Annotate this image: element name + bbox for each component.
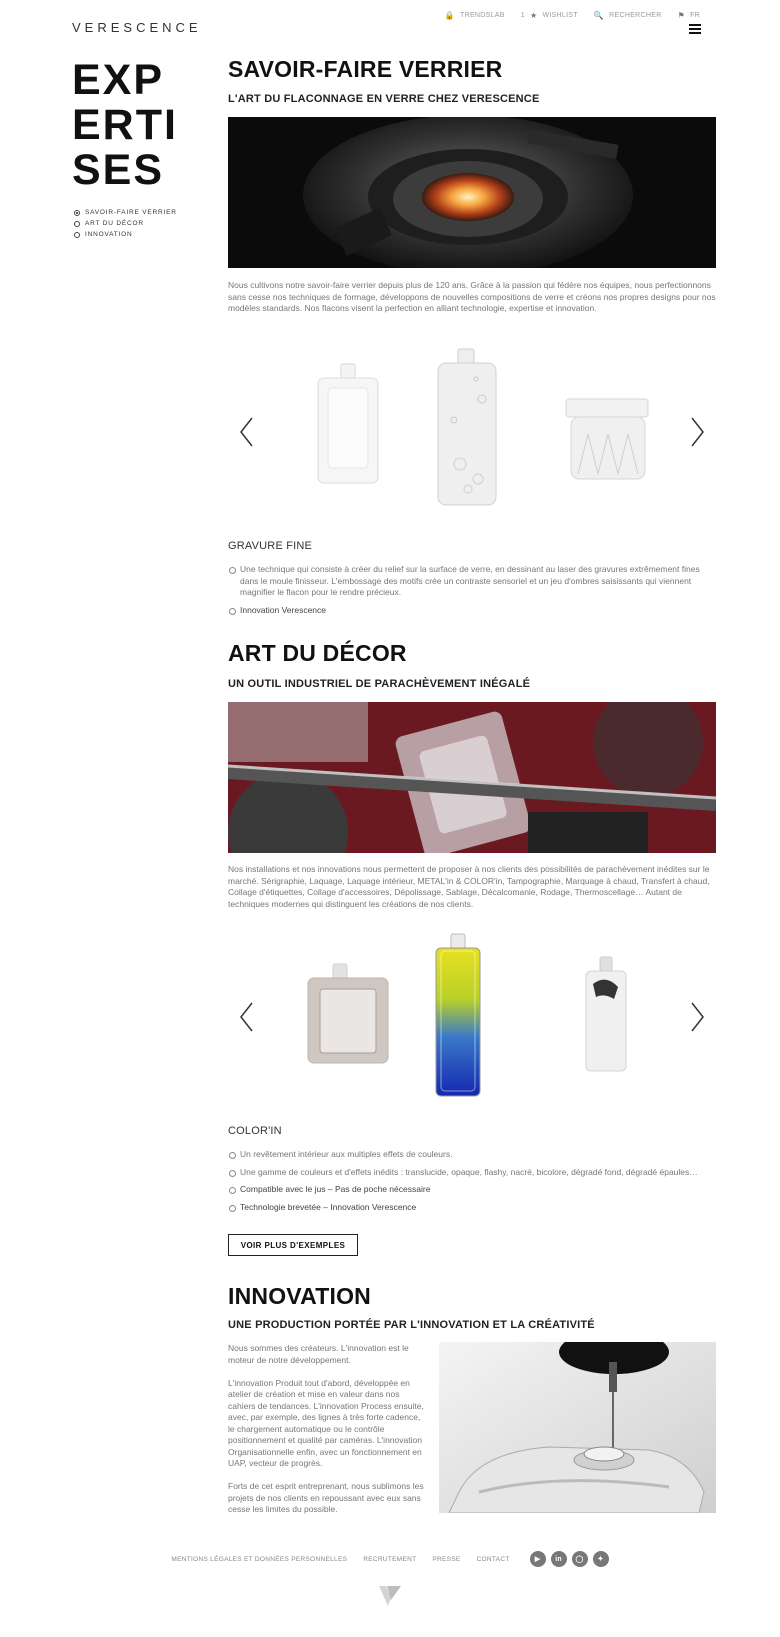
wishlist-label: WISHLIST (542, 12, 578, 19)
search-label: RECHERCHER (609, 12, 662, 19)
twitter-icon[interactable]: ✦ (592, 1551, 609, 1567)
wishlist-count: 1 (520, 12, 525, 19)
menu-icon[interactable] (689, 24, 701, 34)
more-examples-button[interactable]: VOIR PLUS D'EXEMPLES (228, 1234, 358, 1256)
section-nav-label: SAVOIR-FAIRE VERRIER (85, 209, 177, 216)
decor-machine-image (228, 702, 716, 853)
feature-list-item: Technologie brevetée – Innovation Veresc… (228, 1202, 716, 1214)
decorated-bottles-image (307, 933, 627, 1097)
innovation-paragraph: Nous sommes des créateurs. L'innovation … (228, 1343, 409, 1365)
search-link[interactable]: 🔍 RECHERCHER (594, 11, 662, 20)
verescence-v-logo (379, 1586, 401, 1606)
feature-list-item: Innovation Verescence (228, 605, 716, 617)
top-nav: 🔒 TRENDSLAB 1 ★ WISHLIST 🔍 RECHERCHER ⚑ … (445, 11, 700, 20)
innovation-text: Nous sommes des créateurs. L'innovation … (228, 1343, 424, 1527)
social-links: ▶ in ◯ ✦ (529, 1551, 609, 1567)
page-title: EXP ERTI SES (72, 58, 182, 193)
trendslab-link[interactable]: 🔒 TRENDSLAB (445, 11, 505, 20)
section-description: Nous cultivons notre savoir-faire verrie… (228, 280, 716, 313)
feature-list-item: Un revêtement intérieur aux multiples ef… (228, 1149, 716, 1161)
logo[interactable]: VERESCENCE (72, 20, 202, 35)
star-icon: ★ (529, 11, 538, 20)
radio-icon (74, 220, 80, 227)
section-nav-item-innovation[interactable]: INNOVATION (74, 229, 177, 240)
section-subtitle: UN OUTIL INDUSTRIEL DE PARACHÈVEMENT INÉ… (228, 678, 531, 690)
section-title-art-du-decor: ART DU DÉCOR (228, 640, 407, 666)
feature-list-item: Compatible avec le jus – Pas de poche né… (228, 1184, 716, 1196)
footer-link-recruitment[interactable]: RECRUTEMENT (363, 1556, 416, 1563)
section-subtitle: UNE PRODUCTION PORTÉE PAR L'INNOVATION E… (228, 1319, 595, 1331)
glass-furnace-image (228, 117, 716, 268)
flag-icon: ⚑ (677, 11, 686, 20)
feature-list: Une technique qui consiste à créer du re… (228, 564, 716, 622)
carousel-next-button[interactable] (688, 1001, 706, 1033)
innovation-paragraph: L'innovation Produit tout d'abord, dével… (228, 1377, 424, 1469)
footer-link-press[interactable]: PRESSE (432, 1556, 460, 1563)
section-nav-label: INNOVATION (85, 231, 133, 238)
chevron-left-icon (240, 1002, 253, 1032)
chevron-left-icon (240, 417, 253, 447)
innovation-image (439, 1342, 716, 1513)
chevron-right-icon (691, 1002, 704, 1032)
section-nav-label: ART DU DÉCOR (85, 220, 144, 227)
carousel-next-button[interactable] (688, 416, 706, 448)
feature-list: Un revêtement intérieur aux multiples ef… (228, 1149, 716, 1219)
feature-title: GRAVURE FINE (228, 540, 313, 552)
innovation-paragraph: Forts de cet esprit entreprenant, nous s… (228, 1481, 424, 1514)
section-subtitle: L'ART DU FLACONNAGE EN VERRE CHEZ VERESC… (228, 93, 540, 105)
trendslab-label: TRENDSLAB (460, 12, 505, 19)
glass-bottles-image (317, 348, 649, 506)
feature-list-item: Une technique qui consiste à créer du re… (228, 564, 716, 599)
section-nav-item-savoir-faire[interactable]: SAVOIR-FAIRE VERRIER (74, 207, 177, 218)
section-title-savoir-faire: SAVOIR-FAIRE VERRIER (228, 56, 503, 82)
carousel-prev-button[interactable] (238, 416, 256, 448)
radio-icon (74, 231, 80, 238)
section-nav-item-art-du-decor[interactable]: ART DU DÉCOR (74, 218, 177, 229)
section-description: Nos installations et nos innovations nou… (228, 864, 710, 909)
section-title-innovation: INNOVATION (228, 1283, 371, 1309)
page-title-line: EXP (72, 56, 165, 104)
section-nav: SAVOIR-FAIRE VERRIER ART DU DÉCOR INNOVA… (74, 207, 177, 240)
lock-icon: 🔒 (444, 11, 456, 20)
language-label: FR (690, 12, 700, 19)
footer-link-contact[interactable]: CONTACT (477, 1556, 510, 1563)
product-carousel-savoir-faire (228, 344, 716, 529)
page-title-line: SES (72, 146, 165, 194)
instagram-icon[interactable]: ◯ (571, 1551, 588, 1567)
feature-title: COLOR'IN (228, 1125, 282, 1137)
page-title-line: ERTI (72, 101, 178, 149)
wishlist-link[interactable]: 1 ★ WISHLIST (521, 11, 578, 20)
feature-list-item: Une gamme de couleurs et d'effets inédit… (228, 1167, 716, 1179)
radio-selected-icon (74, 209, 80, 216)
language-link[interactable]: ⚑ FR (678, 11, 700, 20)
linkedin-icon[interactable]: in (550, 1551, 567, 1567)
search-icon: 🔍 (593, 11, 605, 20)
chevron-right-icon (691, 417, 704, 447)
footer: MENTIONS LÉGALES ET DONNÉES PERSONNELLES… (0, 1551, 780, 1567)
carousel-prev-button[interactable] (238, 1001, 256, 1033)
product-carousel-decor (228, 929, 716, 1114)
footer-link-legal[interactable]: MENTIONS LÉGALES ET DONNÉES PERSONNELLES (171, 1556, 347, 1563)
youtube-icon[interactable]: ▶ (529, 1551, 546, 1567)
